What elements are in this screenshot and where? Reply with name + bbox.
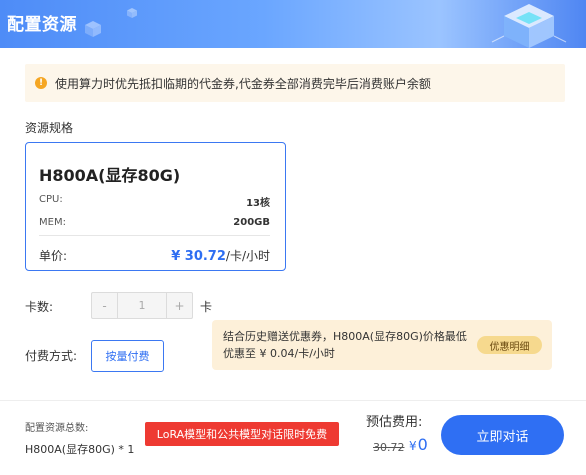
decrement-button[interactable]: -	[92, 293, 118, 318]
currency-symbol: ¥	[409, 439, 417, 453]
footer-divider	[0, 400, 586, 401]
card-count-label: 卡数:	[25, 300, 54, 314]
final-price: ¥0	[409, 435, 428, 454]
header: 配置资源	[0, 0, 586, 48]
page-title: 配置资源	[7, 15, 77, 35]
cube-icon	[491, 4, 567, 48]
notice-text: 使用算力时优先抵扣临期的代金券,代金券全部消费完毕后消费账户余额	[55, 76, 431, 91]
mem-label: MEM:	[39, 217, 66, 228]
estimated-cost-label: 预估费用:	[366, 415, 423, 430]
original-price: 30.72	[373, 441, 405, 454]
spec-card-h800a[interactable]: H800A(显存80G) CPU: 13核 MEM: 200GB 单价: ¥ 3…	[25, 142, 286, 271]
unit-price-row: 单价: ¥ 30.72/卡/小时	[39, 247, 270, 264]
promo-badge: LoRA模型和公共模型对话限时免费	[145, 422, 339, 446]
cube-icon	[127, 8, 137, 18]
unit-price-value: ¥ 30.72	[171, 249, 226, 264]
cpu-row: CPU: 13核	[39, 194, 270, 209]
unit-price-unit: /卡/小时	[225, 249, 270, 263]
notice-banner: ! 使用算力时优先抵扣临期的代金券,代金券全部消费完毕后消费账户余额	[25, 64, 565, 102]
coupon-info-box: 结合历史赠送优惠券，H800A(显存80G)价格最低优惠至 ¥ 0.04/卡/小…	[212, 320, 552, 370]
card-count-unit: 卡	[200, 300, 213, 314]
cpu-label: CPU:	[39, 194, 63, 205]
warning-icon: !	[35, 77, 47, 89]
card-count-input[interactable]: 1	[118, 293, 166, 318]
payment-method-label: 付费方式:	[25, 349, 78, 363]
coupon-details-button[interactable]: 优惠明细	[477, 336, 542, 354]
increment-button[interactable]: +	[166, 293, 192, 318]
cube-icon	[85, 21, 101, 37]
cpu-value: 13核	[246, 198, 270, 209]
spec-divider	[39, 235, 270, 236]
resource-spec-label: 资源规格	[25, 121, 74, 135]
final-price-value: 0	[417, 435, 428, 454]
spec-name: H800A(显存80G)	[39, 166, 181, 185]
pay-as-you-go-button[interactable]: 按量付费	[91, 340, 164, 372]
total-resources-label: 配置资源总数:	[25, 423, 89, 434]
mem-row: MEM: 200GB	[39, 217, 270, 228]
total-resources-value: H800A(显存80G) * 1	[25, 443, 135, 456]
unit-price-label: 单价:	[39, 249, 68, 263]
card-count-stepper: - 1 +	[91, 292, 193, 319]
coupon-text: 结合历史赠送优惠券，H800A(显存80G)价格最低优惠至 ¥ 0.04/卡/小…	[223, 330, 467, 360]
mem-value: 200GB	[233, 217, 270, 228]
start-chat-button[interactable]: 立即对话	[441, 415, 564, 455]
